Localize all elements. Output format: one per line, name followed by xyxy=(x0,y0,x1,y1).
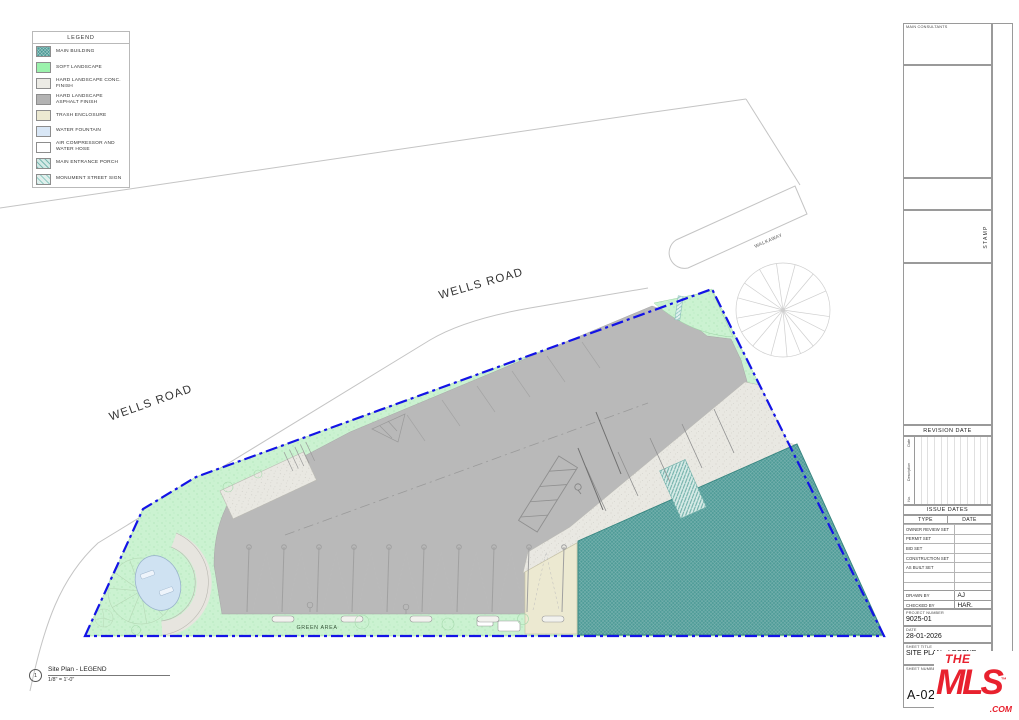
consultants-box: MAIN CONSULTANTS xyxy=(903,23,992,65)
legend-panel: LEGEND MAIN BUILDING SOFT LANDSCAPE HARD… xyxy=(32,31,130,188)
sheet: { "legend": { "title": "LEGEND", "items"… xyxy=(0,0,1019,720)
issue-row: AS BUILT SET xyxy=(904,562,991,572)
drawn-by-value: AJ xyxy=(954,591,991,600)
legend-item-trash-enclosure: TRASH ENCLOSURE xyxy=(33,108,129,124)
stamp-label: STAMP xyxy=(983,225,989,248)
revision-grid: Date Description No. xyxy=(903,436,992,505)
issue-type-col: TYPE xyxy=(904,516,947,523)
viewport-scale: 1/8" = 1'-0" xyxy=(48,677,170,683)
mls-logo: THE MLS™ .COM xyxy=(934,651,1014,715)
legend-item-water-fountain: WATER FOUNTAIN xyxy=(33,123,129,139)
stamp-side-column xyxy=(992,23,1013,708)
legend-item-main-entrance-porch: MAIN ENTRANCE PORCH xyxy=(33,155,129,171)
walkway-strip xyxy=(669,186,807,268)
issue-row: CONSTRUCTION SET xyxy=(904,553,991,563)
spacer-box xyxy=(903,178,992,210)
legend-item-hard-landscape-asphalt: HARD LANDSCAPE ASPHALT FINISH xyxy=(33,92,129,108)
stamp-box: STAMP xyxy=(903,210,992,263)
mls-logo-com: .COM xyxy=(990,705,1012,714)
revision-header: REVISION DATE xyxy=(903,425,992,436)
air-compressor xyxy=(498,621,520,631)
revision-empty-cells xyxy=(914,437,991,504)
wells-road-label-lower: WELLS ROAD xyxy=(108,383,194,423)
legend-swatch-water-fountain xyxy=(36,126,51,137)
issue-dates-header: ISSUE DATES xyxy=(903,505,992,515)
legend-title: LEGEND xyxy=(33,32,129,44)
wells-road-label-upper: WELLS ROAD xyxy=(438,266,525,302)
site-plan-canvas: WELLS ROAD WELLS ROAD WALKAWAY GREEN ARE… xyxy=(0,0,1019,720)
issue-row: OWNER REVIEW SET xyxy=(904,524,991,534)
issue-row: PERMIT SET xyxy=(904,534,991,544)
revision-col-date: Date xyxy=(907,439,911,447)
revision-col-no: No. xyxy=(907,496,911,502)
title-block: MAIN CONSULTANTS STAMP EV CHARGING STATI… xyxy=(903,23,1013,708)
issue-dates-rows: OWNER REVIEW SET PERMIT SET BID SET CONS… xyxy=(903,524,992,591)
legend-swatch-soft-landscape xyxy=(36,62,51,73)
consultants-empty-box xyxy=(903,65,992,178)
sheet-number-value: A-02 xyxy=(907,688,935,702)
viewport-annotation: 1 Site Plan - LEGEND 1/8" = 1'-0" xyxy=(29,666,170,683)
date-box: DATE 28-01-2026 xyxy=(903,626,992,643)
green-area-label: GREEN AREA xyxy=(296,625,337,631)
viewport-title: Site Plan - LEGEND xyxy=(48,666,170,676)
legend-item-soft-landscape: SOFT LANDSCAPE xyxy=(33,60,129,76)
mls-logo-tm: ™ xyxy=(1001,677,1004,683)
legend-item-monument-street-sign: MONUMENT STREET SIGN xyxy=(33,171,129,187)
legend-swatch-hard-landscape-conc xyxy=(36,78,51,89)
legend-swatch-hard-landscape-asphalt xyxy=(36,94,51,105)
consultants-label: MAIN CONSULTANTS xyxy=(904,24,991,29)
legend-swatch-air-compressor xyxy=(36,142,51,153)
legend-item-air-compressor: AIR COMPRESSOR AND WATER HOSE xyxy=(33,139,129,155)
drawn-by-label: DRAWN BY xyxy=(904,591,954,600)
project-title-box: EV CHARGING STATION 1151 S. WELLS ROAD V… xyxy=(903,263,992,425)
mls-logo-mls: MLS™ xyxy=(936,665,1014,700)
legend-swatch-trash-enclosure xyxy=(36,110,51,121)
issue-row-empty xyxy=(904,582,991,592)
issue-row-empty xyxy=(904,572,991,582)
drawn-checked-box: DRAWN BY AJ CHECKED BY HAR. xyxy=(903,591,992,609)
legend-item-hard-landscape-conc: HARD LANDSCAPE CONC. FINISH xyxy=(33,76,129,92)
legend-item-main-building: MAIN BUILDING xyxy=(33,44,129,60)
legend-swatch-main-building xyxy=(36,46,51,57)
date-value: 28-01-2026 xyxy=(904,632,991,640)
project-number-value: 9025-01 xyxy=(904,615,991,623)
issue-dates-colheads: TYPE DATE xyxy=(903,515,992,524)
revision-col-description: Description xyxy=(907,463,911,481)
legend-swatch-monument-street-sign xyxy=(36,174,51,185)
palm-tree-symbol xyxy=(736,263,830,357)
project-number-box: PROJECT NUMBER 9025-01 xyxy=(903,609,992,626)
issue-row: BID SET xyxy=(904,543,991,553)
legend-swatch-main-entrance-porch xyxy=(36,158,51,169)
viewport-number-bubble: 1 xyxy=(29,669,42,682)
issue-date-col: DATE xyxy=(947,516,991,523)
